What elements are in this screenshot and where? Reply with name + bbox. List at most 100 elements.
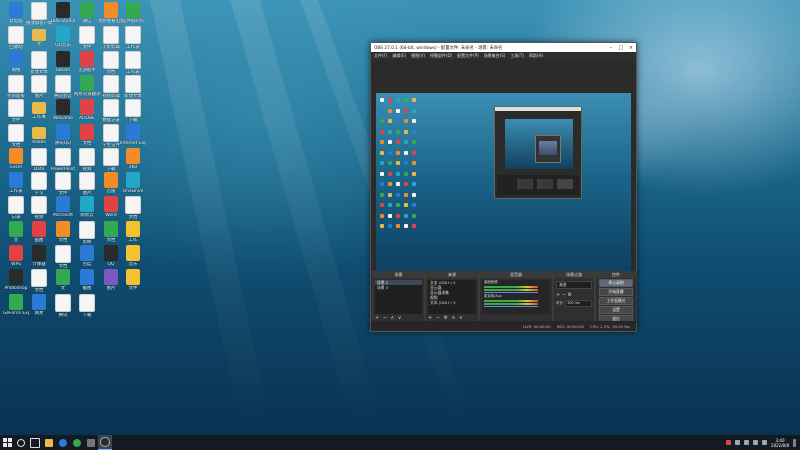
menu-file[interactable]: 文件(F) [374, 53, 387, 59]
obs-titlebar[interactable]: OBS 27.0.1 (64-bit, windows) - 配置文件: 未命名… [371, 43, 636, 52]
task-view-icon[interactable] [28, 435, 42, 450]
search-icon[interactable] [14, 435, 28, 450]
desktop-icon-label: 文档 [34, 288, 44, 294]
app-icon [9, 2, 23, 18]
preview-mini-icon [380, 213, 384, 218]
app-icon [79, 172, 95, 191]
input-method-icon[interactable] [762, 440, 768, 445]
windows-start-button[interactable] [0, 435, 14, 450]
network-icon[interactable] [744, 440, 750, 445]
nested-inner-preview [539, 141, 557, 155]
desktop-icon-label: 文档 [58, 237, 68, 243]
desktop-icon-label: 360 [128, 164, 138, 170]
preview-mini-icon [412, 213, 416, 218]
source-item[interactable]: 文本 (GDI+) 3 [428, 300, 476, 305]
preview-mini-icon [388, 129, 392, 134]
mixer-body: 桌面音频 麦克风/Aux [482, 280, 550, 314]
app-icon [79, 220, 95, 239]
desktop-icon-label: 视频 [34, 215, 44, 221]
volume-icon[interactable] [753, 440, 759, 445]
app-icon [80, 99, 94, 116]
sources-dock: 来源 文本 (GDI+) 2 显示器 显示器采集 视频 文本 (GDI+) 3 … [425, 271, 479, 323]
app-icon [125, 196, 141, 215]
desktop-icon-label: 微信 [82, 19, 92, 24]
preview-mini-icon [404, 203, 408, 207]
app-icon [9, 147, 23, 164]
preview-mini-icon [412, 161, 416, 165]
app-icon [55, 293, 71, 312]
desktop-icon-label: 文 [60, 286, 66, 292]
app-icon [9, 220, 23, 237]
taskbar-clock[interactable]: 3:40 2022/8/8 [771, 438, 789, 448]
desktop-icon-label: 工作表 [126, 45, 140, 51]
volume-slider[interactable] [484, 292, 538, 293]
desktop-icon-label: 图片 [82, 191, 92, 197]
tray-app-icon[interactable] [726, 440, 732, 445]
app-icon [8, 123, 24, 142]
stop-recording-button[interactable]: 停止录制 [599, 279, 633, 287]
preview-mini-icon [388, 98, 392, 102]
notification-icon[interactable] [793, 438, 796, 447]
desktop-icon-label: 播放器客户端 [26, 21, 52, 26]
obs-taskbar-icon[interactable] [98, 435, 112, 450]
scene-item[interactable]: 场景 3 [375, 285, 422, 290]
app-icon [32, 29, 46, 42]
maximize-icon[interactable]: □ [616, 45, 626, 51]
desktop-icon[interactable]: 下载 [74, 293, 100, 328]
cpu-fps: CPU: 2.3%, 30.00 fps [589, 323, 630, 329]
preview-mini-icon [396, 203, 400, 207]
browser-icon[interactable] [56, 435, 70, 450]
desktop-icon-label: 画图 [34, 237, 44, 243]
app-icon [55, 147, 71, 166]
preview-mini-icon [404, 161, 408, 165]
obs-preview-canvas[interactable] [376, 93, 631, 280]
duration-input[interactable]: 300 ms [565, 300, 592, 307]
preview-mini-icon [388, 119, 392, 123]
file-explorer-icon[interactable] [42, 435, 56, 450]
tray-chevron-icon[interactable] [735, 440, 741, 445]
transition-add-remove[interactable]: + − ⚙ [556, 292, 592, 298]
volume-slider[interactable] [484, 306, 538, 307]
desktop-icon[interactable]: 网易 [26, 293, 52, 328]
menu-help[interactable]: 帮助(H) [529, 53, 543, 59]
desktop-icon-label: 学习 [34, 191, 44, 197]
settings-button[interactable]: 设置 [599, 306, 633, 314]
preview-mini-icon [388, 140, 392, 144]
preview-mini-icon [380, 182, 384, 186]
audio-mixer-dock: 混音器 桌面音频 麦克风/Aux [479, 271, 553, 323]
menu-profile[interactable]: 配置文件(P) [457, 53, 479, 59]
preview-mini-icon [404, 108, 408, 113]
app-icon [32, 126, 46, 139]
obs-window[interactable]: OBS 27.0.1 (64-bit, windows) - 配置文件: 未命名… [370, 42, 637, 332]
minimize-icon[interactable]: – [606, 45, 616, 51]
wechat-icon[interactable] [70, 435, 84, 450]
start-streaming-button[interactable]: 开始直播 [599, 288, 633, 296]
desktop-icon[interactable]: 腾讯 [50, 293, 76, 328]
transition-select[interactable]: 渐变 [556, 281, 592, 289]
app-icon [125, 50, 141, 69]
obs-docks: 场景 场景 2 场景 3 + − ∧ ∨ 来源 文本 (GDI+) 2 显示器 … [371, 271, 637, 323]
menu-edit[interactable]: 编辑(E) [392, 53, 406, 59]
preview-mini-icon [404, 129, 408, 134]
app-icon [126, 245, 140, 261]
desktop-icon[interactable]: 文件 [120, 269, 146, 303]
app-icon [126, 123, 140, 140]
studio-mode-button[interactable]: 工作室模式 [599, 297, 633, 305]
volume-meter [484, 289, 538, 291]
menu-view[interactable]: 视图(V) [411, 53, 425, 59]
app-icon [55, 172, 71, 191]
menu-docks[interactable]: 停靠部件(D) [430, 53, 452, 59]
menu-tools[interactable]: 工具(T) [510, 53, 524, 59]
desktop-icon-label: 下载 [128, 118, 138, 124]
preview-mini-icon [388, 203, 392, 207]
app-icon [8, 26, 24, 45]
close-icon[interactable]: × [626, 45, 636, 51]
preview-mini-icon [388, 150, 392, 155]
app-icon [56, 50, 70, 67]
menu-scene-collection[interactable]: 场景集合(S) [484, 53, 506, 59]
preview-mini-icon [396, 192, 400, 197]
app-icon [56, 2, 70, 18]
app-icon [80, 2, 94, 18]
app-icon [79, 147, 95, 166]
game-icon[interactable] [84, 435, 98, 450]
